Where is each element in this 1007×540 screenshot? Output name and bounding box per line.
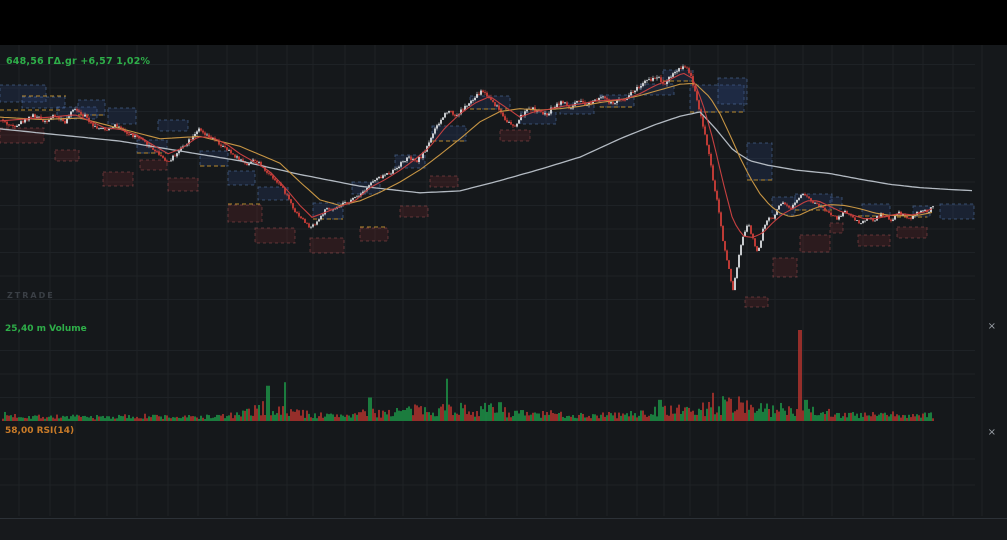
candlesticks bbox=[2, 64, 934, 290]
platform-watermark: ZTRADE bbox=[7, 291, 55, 300]
supply-demand-zones bbox=[0, 70, 974, 307]
symbol-quote-label: 648,56 ΓΔ.gr +6,57 1,02% bbox=[6, 56, 150, 67]
volume-pane-close-icon[interactable]: × bbox=[988, 323, 996, 331]
volume-pane-label: 25,40 m Volume bbox=[5, 324, 87, 334]
volume-bars bbox=[2, 330, 934, 421]
rsi-pane-close-icon[interactable]: × bbox=[988, 429, 996, 437]
bottom-toolbar bbox=[0, 518, 1007, 540]
trading-app: 648,56 ΓΔ.gr +6,57 1,02% ZTRADE 25,40 m … bbox=[0, 0, 1007, 540]
rsi-pane-label: 58,00 RSI(14) bbox=[5, 426, 74, 436]
chart-canvas[interactable] bbox=[0, 0, 1007, 540]
